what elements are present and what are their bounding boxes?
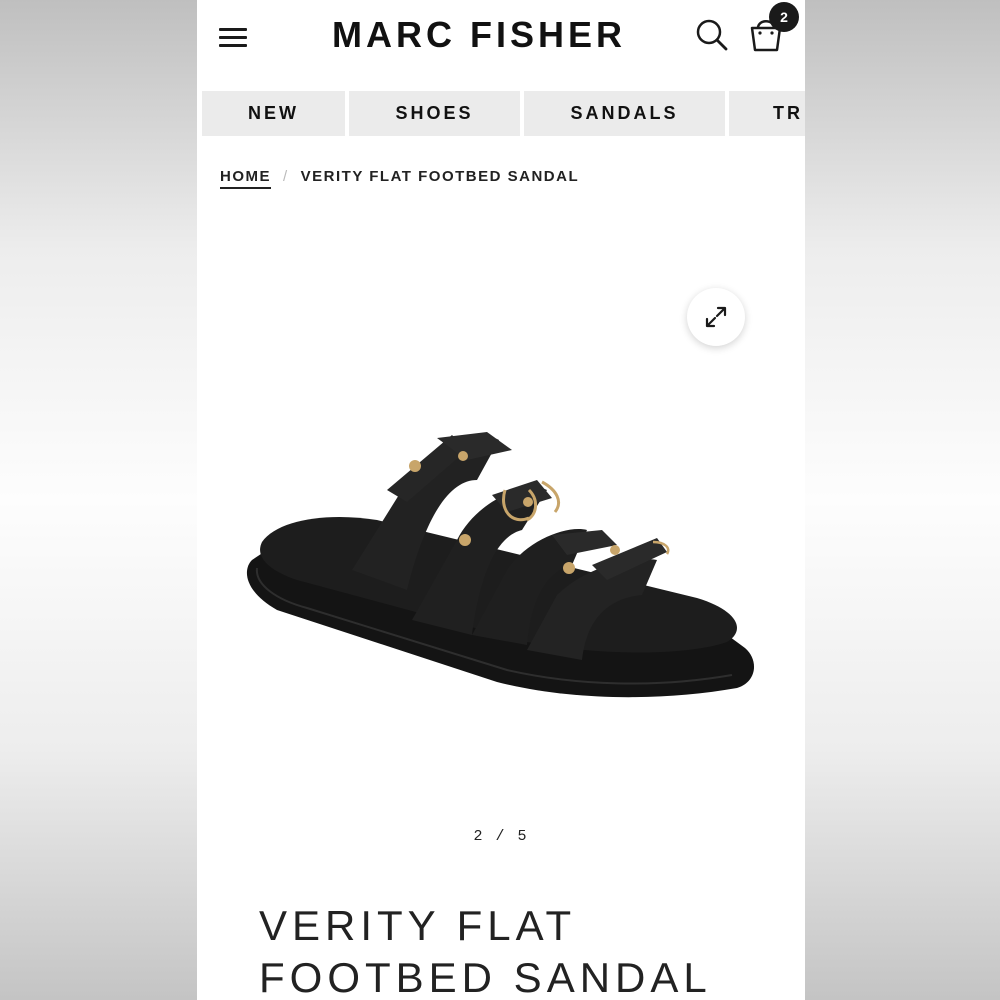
image-pagination: 2 / 5 xyxy=(197,828,805,845)
pagination-divider: / xyxy=(495,828,507,845)
nav-item-new[interactable]: NEW xyxy=(202,91,345,136)
product-image[interactable] xyxy=(237,420,767,710)
brand-logo[interactable]: MARC FISHER xyxy=(301,14,657,56)
breadcrumb-home-link[interactable]: HOME xyxy=(220,168,271,189)
breadcrumb: HOME / VERITY FLAT FOOTBED SANDAL xyxy=(220,168,580,189)
background-right xyxy=(805,0,1000,1000)
expand-arrows-icon xyxy=(705,306,727,328)
product-title: VERITY FLAT FOOTBED SANDAL xyxy=(259,900,779,1000)
category-nav: NEW SHOES SANDALS TR xyxy=(197,91,805,136)
background-left xyxy=(0,0,197,1000)
nav-item-shoes[interactable]: SHOES xyxy=(349,91,520,136)
expand-image-button[interactable] xyxy=(687,288,745,346)
hamburger-menu-icon[interactable] xyxy=(219,26,249,48)
breadcrumb-current: VERITY FLAT FOOTBED SANDAL xyxy=(300,168,580,185)
site-header: MARC FISHER 2 xyxy=(197,0,805,82)
pagination-current: 2 xyxy=(473,828,485,845)
breadcrumb-separator: / xyxy=(283,168,289,185)
nav-item-trends[interactable]: TR xyxy=(729,91,805,136)
product-title-line2: FOOTBED SANDAL xyxy=(259,954,712,1000)
pagination-total: 5 xyxy=(517,828,529,845)
product-title-line1: VERITY FLAT xyxy=(259,902,577,949)
search-icon[interactable] xyxy=(695,18,729,52)
mobile-page: MARC FISHER 2 NEW SHOES SANDALS TR HOME /… xyxy=(197,0,805,1000)
cart-count-badge: 2 xyxy=(769,2,799,32)
nav-item-sandals[interactable]: SANDALS xyxy=(524,91,725,136)
